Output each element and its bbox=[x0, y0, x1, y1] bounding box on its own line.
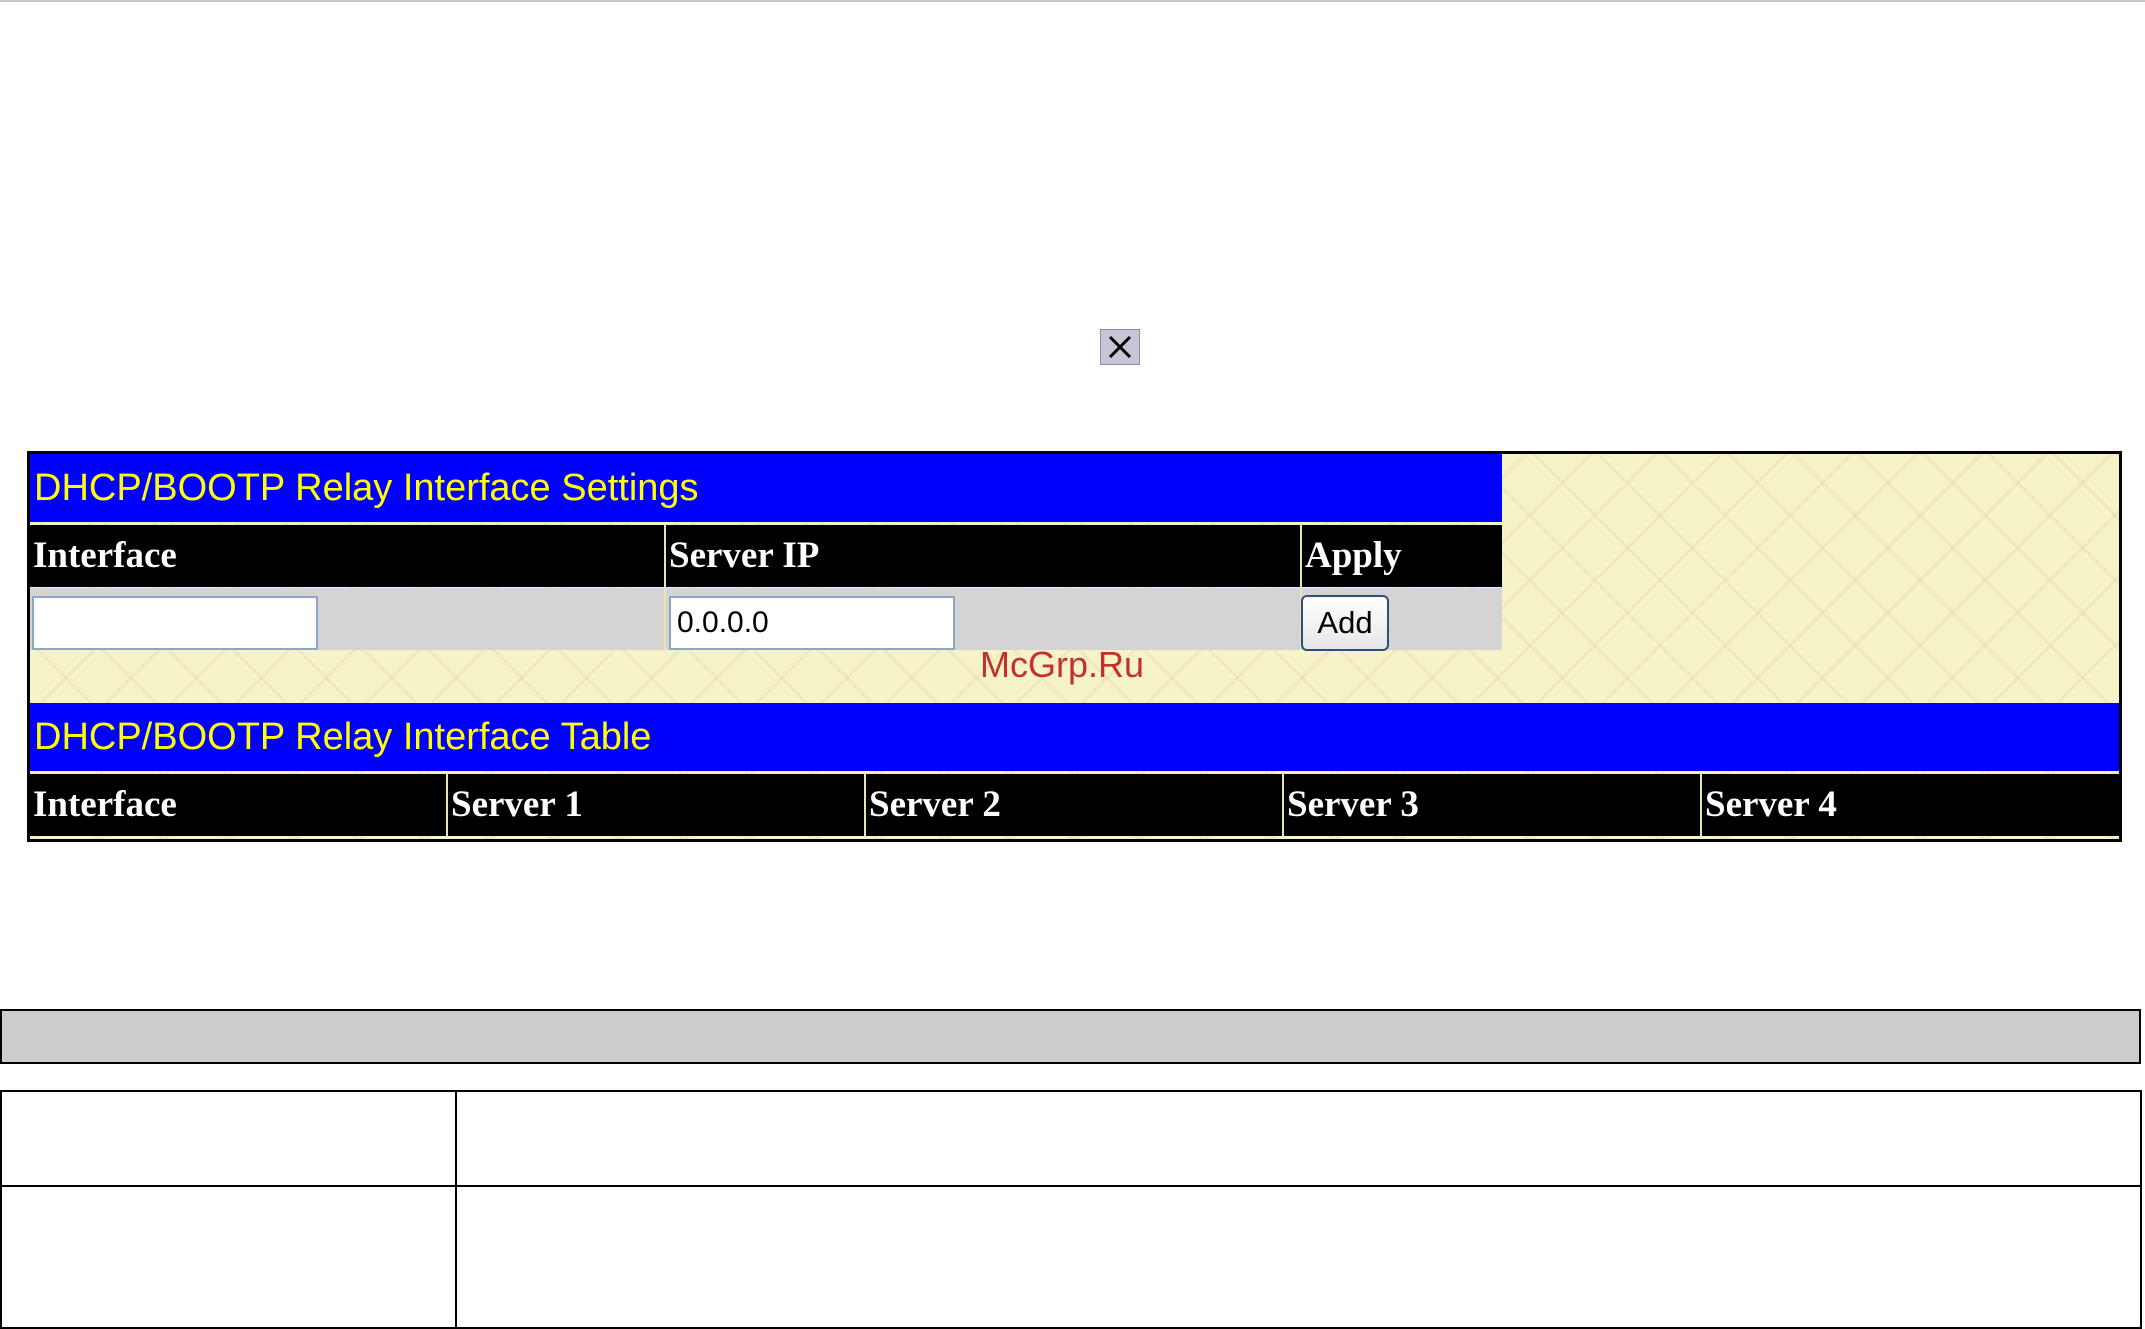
relay-panel: DHCP/BOOTP Relay Interface Settings Inte… bbox=[27, 451, 2122, 842]
server-ip-input[interactable] bbox=[669, 596, 955, 650]
top-rule bbox=[0, 0, 2145, 2]
description-row bbox=[2, 1092, 2140, 1187]
table-header-server-2: Server 2 bbox=[866, 774, 1284, 836]
settings-header-interface: Interface bbox=[30, 525, 666, 587]
table-header-server-3: Server 3 bbox=[1284, 774, 1702, 836]
table-title: DHCP/BOOTP Relay Interface Table bbox=[30, 703, 2119, 771]
close-button[interactable] bbox=[1100, 329, 1140, 365]
table-header-server-4: Server 4 bbox=[1702, 774, 2119, 836]
watermark: McGrp.Ru bbox=[980, 644, 1145, 685]
settings-header-apply: Apply bbox=[1302, 525, 1502, 587]
interface-input[interactable] bbox=[32, 596, 318, 650]
settings-header-server-ip: Server IP bbox=[666, 525, 1302, 587]
description-table bbox=[0, 1090, 2142, 1329]
description-row bbox=[2, 1187, 2140, 1329]
table-header-interface: Interface bbox=[30, 774, 448, 836]
add-button[interactable]: Add bbox=[1301, 595, 1389, 651]
table-header-server-1: Server 1 bbox=[448, 774, 866, 836]
settings-title: DHCP/BOOTP Relay Interface Settings bbox=[30, 454, 1502, 522]
description-header-bar bbox=[0, 1009, 2141, 1064]
close-icon bbox=[1108, 335, 1132, 359]
description-column-divider bbox=[455, 1092, 457, 1327]
